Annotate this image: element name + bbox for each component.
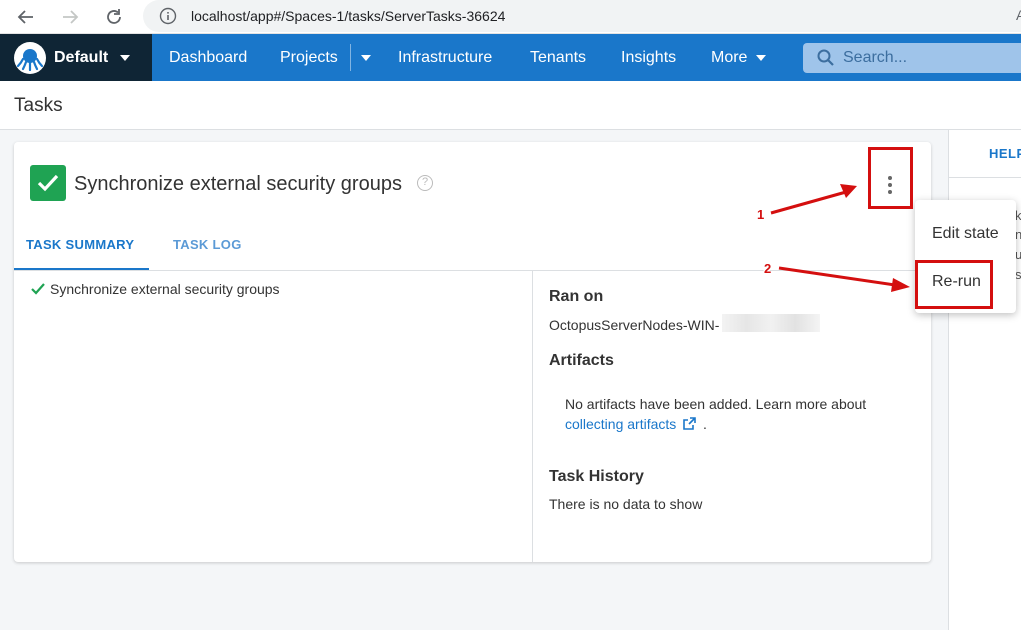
caret-down-icon <box>755 54 766 61</box>
space-selector[interactable]: Default <box>0 34 152 81</box>
task-history-heading: Task History <box>549 468 644 485</box>
collecting-artifacts-link[interactable]: collecting artifacts <box>565 416 696 432</box>
menu-item-edit-state[interactable]: Edit state <box>932 225 999 243</box>
summary-item[interactable]: Synchronize external security groups <box>31 281 280 297</box>
octopus-logo-icon <box>14 41 46 74</box>
nav-insights[interactable]: Insights <box>621 34 676 81</box>
page-header: Tasks <box>0 81 1021 130</box>
nav-dashboard[interactable]: Dashboard <box>169 34 247 81</box>
tab-task-log[interactable]: TASK LOG <box>173 226 242 270</box>
arrow-left-icon <box>17 10 33 24</box>
arrow-right-icon <box>63 10 79 24</box>
task-title: Synchronize external security groups <box>74 173 402 195</box>
annotation-label-2: 2 <box>764 261 772 276</box>
caret-down-icon <box>361 54 371 61</box>
link-label: collecting artifacts <box>565 416 677 432</box>
success-status-icon <box>30 165 66 201</box>
projects-dropdown-button[interactable] <box>361 34 375 81</box>
task-card: Synchronize external security groups ? T… <box>14 142 931 562</box>
task-tabs: TASK SUMMARY TASK LOG <box>14 226 931 271</box>
redacted-region <box>722 314 820 332</box>
toolbar-fragment: A <box>1016 7 1021 23</box>
ran-on-heading: Ran on <box>549 288 604 305</box>
info-icon[interactable] <box>159 7 177 25</box>
browser-toolbar: localhost/app#/Spaces-1/tasks/ServerTask… <box>0 0 1021 34</box>
tab-label: TASK SUMMARY <box>26 237 135 252</box>
artifacts-tail: . <box>703 416 707 432</box>
nav-divider <box>350 44 351 71</box>
help-question-icon[interactable]: ? <box>417 175 433 191</box>
nav-infrastructure[interactable]: Infrastructure <box>398 34 492 81</box>
nav-projects[interactable]: Projects <box>280 34 338 81</box>
artifacts-text: No artifacts have been added. Learn more… <box>565 396 867 412</box>
search-input[interactable]: Search... <box>803 43 1021 73</box>
summary-item-label: Synchronize external security groups <box>50 281 280 297</box>
caret-down-icon <box>120 54 131 61</box>
search-icon <box>817 49 834 66</box>
page-title: Tasks <box>14 95 63 116</box>
nav-more[interactable]: More <box>711 34 766 81</box>
tab-task-summary[interactable]: TASK SUMMARY <box>14 226 149 270</box>
url-text: localhost/app#/Spaces-1/tasks/ServerTask… <box>191 8 506 24</box>
forward-button[interactable] <box>57 4 83 30</box>
annotation-highlight-box <box>868 147 913 209</box>
refresh-button[interactable] <box>101 4 127 30</box>
help-divider <box>949 177 1021 178</box>
external-link-icon <box>683 417 696 430</box>
space-name: Default <box>54 48 109 66</box>
column-divider <box>532 271 533 562</box>
back-button[interactable] <box>13 4 39 30</box>
refresh-icon <box>107 9 121 24</box>
tab-label: TASK LOG <box>173 237 242 252</box>
help-tab[interactable]: HELP <box>989 146 1021 161</box>
check-icon <box>31 283 45 295</box>
artifacts-heading: Artifacts <box>549 352 614 369</box>
nav-more-label: More <box>711 49 748 66</box>
address-bar[interactable]: localhost/app#/Spaces-1/tasks/ServerTask… <box>143 0 1021 32</box>
annotation-label-1: 1 <box>757 207 765 222</box>
search-placeholder: Search... <box>843 49 908 66</box>
annotation-highlight-box <box>915 260 993 309</box>
ran-on-value: OctopusServerNodes-WIN- <box>549 317 720 333</box>
task-history-text: There is no data to show <box>549 496 703 512</box>
app-header: Default Dashboard Projects Infrastructur… <box>0 34 1021 81</box>
nav-tenants[interactable]: Tenants <box>530 34 586 81</box>
